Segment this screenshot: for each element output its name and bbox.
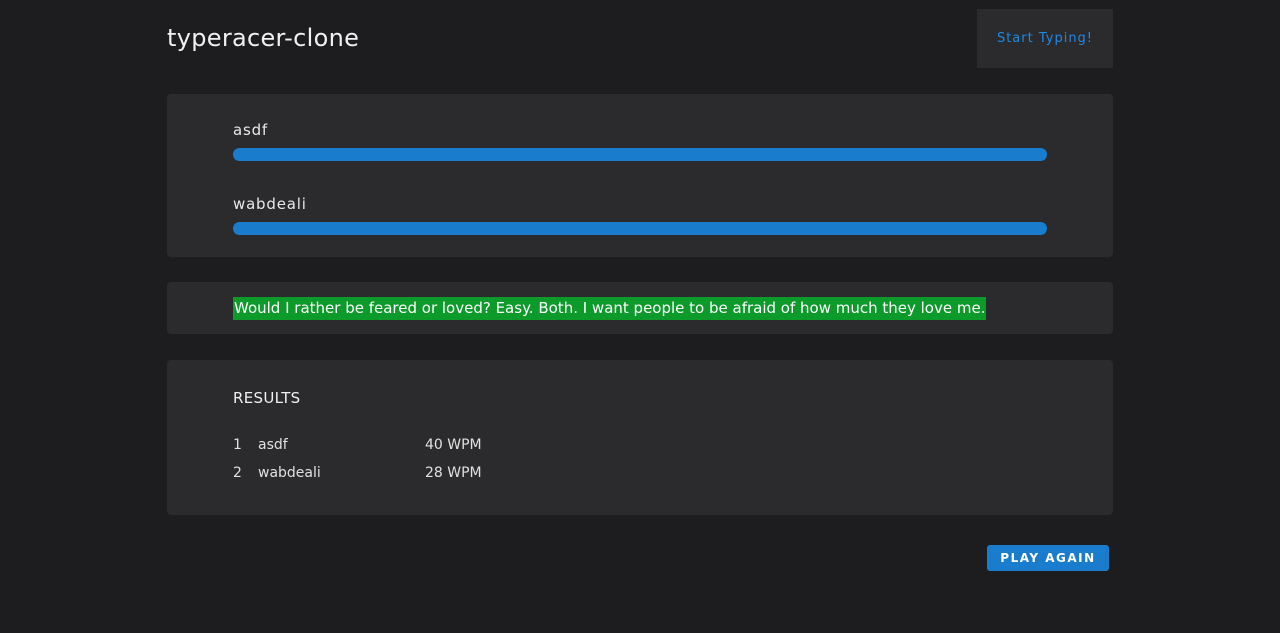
player-progress-fill	[233, 148, 1047, 161]
result-wpm: 40 WPM	[425, 437, 482, 453]
start-typing-button[interactable]: Start Typing!	[977, 9, 1113, 68]
result-rank: 2	[233, 465, 242, 481]
app-title: typeracer-clone	[167, 24, 360, 52]
quote-card: Would I rather be feared or loved? Easy.…	[167, 282, 1113, 334]
results-title: RESULTS	[233, 389, 301, 407]
result-wpm: 28 WPM	[425, 465, 482, 481]
quote-text: Would I rather be feared or loved? Easy.…	[233, 297, 987, 320]
players-progress-card: asdf wabdeali	[167, 94, 1113, 257]
results-card: RESULTS 1 asdf 40 WPM 2 wabdeali 28 WPM	[167, 360, 1113, 515]
player-name: asdf	[233, 121, 269, 139]
play-again-button[interactable]: PLAY AGAIN	[987, 545, 1109, 571]
page: typeracer-clone Start Typing! asdf wabde…	[0, 0, 1280, 633]
result-player-name: wabdeali	[258, 465, 321, 481]
result-player-name: asdf	[258, 437, 288, 453]
player-progress-bar	[233, 148, 1047, 161]
result-rank: 1	[233, 437, 242, 453]
player-progress-fill	[233, 222, 1047, 235]
player-name: wabdeali	[233, 195, 307, 213]
player-progress-bar	[233, 222, 1047, 235]
